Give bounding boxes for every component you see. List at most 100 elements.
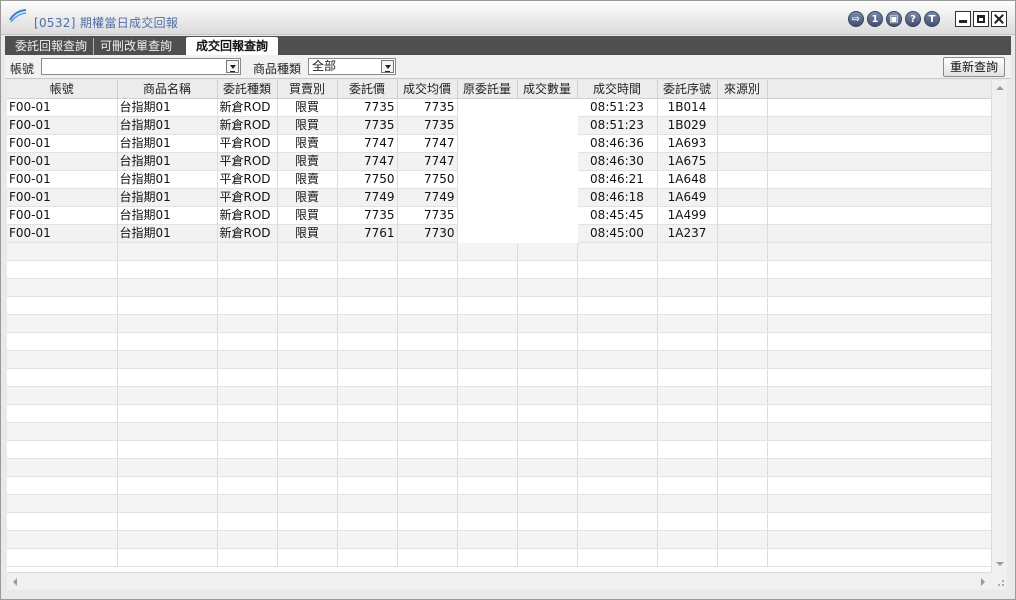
table-row[interactable]: [7, 242, 991, 261]
horizontal-scrollbar[interactable]: [7, 572, 991, 590]
table-row[interactable]: [7, 332, 991, 351]
cell-fill-qty: [517, 314, 578, 333]
cell-fill-qty: [517, 152, 577, 170]
col-header-product[interactable]: 商品名稱: [117, 80, 218, 99]
cell-fill-time: [577, 332, 658, 351]
topmost-icon[interactable]: T: [924, 11, 940, 27]
cell-orig-qty: [457, 206, 517, 224]
cell-side: 限賣: [277, 134, 338, 153]
table-row[interactable]: F00-01 台指期01 新倉ROD 限買 7735 7735 08:51:23 1B014: [7, 98, 991, 117]
table-row[interactable]: F00-01 台指期01 平倉ROD 限賣 7750 7750 08:46:21 1A648: [7, 170, 991, 189]
col-header-order-seq[interactable]: 委託序號: [657, 80, 718, 99]
cell-avg-price: [397, 512, 458, 531]
cell-account: F00-01: [7, 134, 118, 153]
table-row[interactable]: [7, 386, 991, 405]
cell-filler: [767, 242, 991, 261]
col-header-fill-qty[interactable]: 成交數量: [517, 80, 578, 99]
cell-order-seq: [657, 332, 718, 351]
product-type-select[interactable]: 全部: [308, 58, 396, 75]
col-header-account[interactable]: 帳號: [7, 80, 118, 99]
table-row[interactable]: [7, 440, 991, 459]
tab-bar: 委託回報查詢 可刪改單查詢 成交回報查詢: [5, 36, 1011, 55]
table-row[interactable]: F00-01 台指期01 平倉ROD 限賣 7747 7747 08:46:36 1A693: [7, 134, 991, 153]
cell-source: [717, 170, 768, 189]
table-row[interactable]: [7, 458, 991, 477]
cell-order-price: 7749: [337, 188, 398, 207]
col-header-order-price[interactable]: 委託價: [337, 80, 398, 99]
maximize-button[interactable]: [973, 11, 989, 27]
cell-fill-time: [577, 548, 658, 567]
help-icon[interactable]: ?: [905, 11, 921, 27]
account-select[interactable]: [41, 58, 241, 75]
cell-order-seq: 1A693: [657, 134, 718, 153]
table-row[interactable]: [7, 260, 991, 279]
print-icon[interactable]: ▣: [886, 11, 902, 27]
table-row[interactable]: [7, 494, 991, 513]
table-row[interactable]: [7, 296, 991, 315]
exit-link-icon[interactable]: ⇨: [848, 11, 864, 27]
vertical-scrollbar[interactable]: [991, 80, 1007, 572]
cell-orig-qty: [457, 530, 518, 549]
cell-avg-price: [397, 242, 458, 261]
table-row[interactable]: F00-01 台指期01 平倉ROD 限賣 7749 7749 08:46:18 1A649: [7, 188, 991, 207]
cell-product: [117, 422, 218, 441]
table-row[interactable]: [7, 512, 991, 531]
requery-button[interactable]: 重新查詢: [943, 57, 1005, 77]
table-row[interactable]: F00-01 台指期01 新倉ROD 限買 7735 7735 08:51:23 1B029: [7, 116, 991, 135]
scroll-up-icon[interactable]: [996, 86, 1004, 90]
cell-fill-qty: [517, 386, 578, 405]
cell-orig-qty: [457, 170, 517, 188]
table-row[interactable]: F00-01 台指期01 平倉ROD 限賣 7747 7747 08:46:30 1A675: [7, 152, 991, 171]
tab-order-report[interactable]: 委託回報查詢: [9, 38, 95, 55]
cell-fill-time: [577, 296, 658, 315]
cell-order-type: 平倉ROD: [217, 152, 278, 171]
cell-product: 台指期01: [117, 206, 218, 225]
cell-source: [717, 332, 768, 351]
cell-avg-price: 7750: [397, 170, 458, 189]
tab-fill-report[interactable]: 成交回報查詢: [186, 37, 279, 55]
table-row[interactable]: [7, 314, 991, 333]
cell-avg-price: 7747: [397, 152, 458, 171]
col-header-order-type[interactable]: 委託種類: [217, 80, 278, 99]
cell-orig-qty: [457, 260, 518, 279]
cell-orig-qty: [457, 134, 517, 152]
table-row[interactable]: [7, 422, 991, 441]
cell-side: [277, 548, 338, 567]
close-button[interactable]: [991, 11, 1007, 27]
cell-order-seq: [657, 386, 718, 405]
table-row[interactable]: [7, 368, 991, 387]
table-row[interactable]: [7, 404, 991, 423]
col-header-avg-price[interactable]: 成交均價: [397, 80, 458, 99]
cell-filler: [767, 404, 991, 423]
table-row[interactable]: [7, 278, 991, 297]
cell-fill-qty: [517, 440, 578, 459]
cell-order-price: 7747: [337, 134, 398, 153]
cell-order-seq: 1B029: [657, 116, 718, 135]
table-row[interactable]: [7, 530, 991, 549]
table-row[interactable]: [7, 350, 991, 369]
minimize-button[interactable]: [955, 11, 971, 27]
table-row[interactable]: [7, 548, 991, 567]
scroll-left-icon[interactable]: [13, 578, 17, 586]
cell-product: [117, 458, 218, 477]
cell-fill-qty: [517, 512, 578, 531]
scroll-down-icon[interactable]: [996, 562, 1004, 566]
scroll-right-icon[interactable]: [981, 578, 985, 586]
table-row[interactable]: F00-01 台指期01 新倉ROD 限買 7761 7730 08:45:00 1A237: [7, 224, 991, 243]
col-header-orig-qty[interactable]: 原委託量: [457, 80, 518, 99]
cell-fill-time: [577, 350, 658, 369]
one-icon[interactable]: 1: [867, 11, 883, 27]
cell-source: [717, 188, 768, 207]
table-row[interactable]: [7, 476, 991, 495]
cell-filler: [767, 296, 991, 315]
cell-fill-qty: [517, 476, 578, 495]
cell-side: 限賣: [277, 170, 338, 189]
tab-cancel-modify[interactable]: 可刪改單查詢: [94, 38, 178, 55]
cell-fill-time: [577, 512, 658, 531]
table-row[interactable]: F00-01 台指期01 新倉ROD 限買 7735 7735 08:45:45 1A499: [7, 206, 991, 225]
col-header-fill-time[interactable]: 成交時間: [577, 80, 658, 99]
resize-grip-icon[interactable]: [991, 572, 1007, 590]
col-header-source[interactable]: 來源別: [717, 80, 768, 99]
cell-fill-qty: [517, 350, 578, 369]
col-header-side[interactable]: 買賣別: [277, 80, 338, 99]
